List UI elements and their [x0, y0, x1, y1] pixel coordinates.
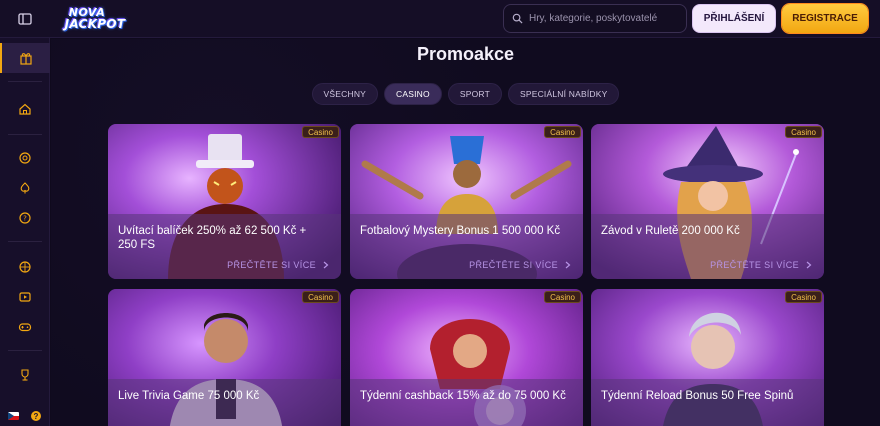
- sidebar-divider: [8, 134, 42, 135]
- read-more-link[interactable]: PŘEČTĚTE SI VÍCE: [227, 260, 329, 270]
- page-title: Promoakce: [416, 44, 515, 64]
- category-badge: Casino: [785, 126, 822, 138]
- sidebar-item-help[interactable]: ?: [0, 203, 50, 233]
- promo-title: Fotbalový Mystery Bonus 1 500 000 Kč: [360, 225, 561, 237]
- sidebar-item-promotions[interactable]: [0, 43, 50, 73]
- sidebar-item-live-casino[interactable]: [0, 173, 50, 203]
- sidebar-item-home[interactable]: [0, 94, 50, 124]
- category-badge: Casino: [302, 291, 339, 303]
- search-box[interactable]: [503, 4, 687, 33]
- gamepad-icon: [18, 323, 32, 332]
- category-badge: Casino: [785, 291, 822, 303]
- promo-card[interactable]: Casino Fotbalový Mystery Bonus 1 500 000…: [350, 124, 583, 279]
- promo-card[interactable]: Casino Live Trivia Game 75 000 Kč: [108, 289, 341, 426]
- casino-chip-icon: [19, 152, 31, 164]
- read-more-label: PŘEČTĚTE SI VÍCE: [469, 260, 558, 270]
- read-more-link[interactable]: PŘEČTĚTE SI VÍCE: [469, 260, 571, 270]
- tab-casino[interactable]: CASINO: [384, 83, 442, 105]
- sidebar-divider: [8, 350, 42, 351]
- cz-flag-icon[interactable]: [8, 412, 19, 420]
- roulette-icon: [19, 261, 31, 273]
- promo-title: Live Trivia Game 75 000 Kč: [118, 390, 260, 402]
- chevron-right-icon: [323, 261, 329, 269]
- search-icon: [512, 13, 523, 24]
- spade-icon: [20, 182, 30, 194]
- chevron-right-icon: [565, 261, 571, 269]
- main-content: Promoakce VŠECHNY CASINO SPORT SPECIÁLNÍ…: [51, 39, 880, 426]
- top-bar: NOVA JACKPOT PŘIHLÁŠENÍ REGISTRACE: [0, 0, 880, 38]
- logo-line-2: JACKPOT: [64, 16, 126, 31]
- read-more-label: PŘEČTĚTE SI VÍCE: [710, 260, 799, 270]
- question-icon: ?: [19, 212, 31, 224]
- promo-card[interactable]: Casino Uvítací balíček 250% až 62 500 Kč…: [108, 124, 341, 279]
- sidebar-item-games[interactable]: [0, 312, 50, 342]
- sidebar-item-video[interactable]: [0, 282, 50, 312]
- tab-sport[interactable]: SPORT: [447, 83, 502, 105]
- logo[interactable]: NOVA JACKPOT: [55, 3, 135, 33]
- search-input[interactable]: [529, 13, 679, 24]
- read-more-label: PŘEČTĚTE SI VÍCE: [227, 260, 316, 270]
- login-button[interactable]: PŘIHLÁŠENÍ: [692, 4, 776, 33]
- promo-title: Závod v Ruletě 200 000 Kč: [601, 225, 740, 237]
- chevron-right-icon: [806, 261, 812, 269]
- sidebar-item-tournaments[interactable]: [0, 360, 50, 390]
- sidebar-toggle-button[interactable]: [0, 0, 50, 38]
- promo-card[interactable]: Casino Týdenní Reload Bonus 50 Free Spin…: [591, 289, 824, 426]
- gift-icon: [20, 53, 32, 65]
- promo-title: Týdenní Reload Bonus 50 Free Spinů: [601, 390, 794, 402]
- promo-filter-tabs: VŠECHNY CASINO SPORT SPECIÁLNÍ NABÍDKY: [51, 83, 880, 105]
- home-icon: [19, 103, 31, 115]
- promo-card[interactable]: Casino Závod v Ruletě 200 000 Kč PŘEČTĚT…: [591, 124, 824, 279]
- help-button[interactable]: ?: [31, 411, 41, 421]
- promo-title: Uvítací balíček 250% až 62 500 Kč + 250 …: [118, 225, 307, 251]
- read-more-link[interactable]: PŘEČTĚTE SI VÍCE: [710, 260, 812, 270]
- trophy-icon: [21, 369, 29, 381]
- sidebar-divider: [8, 81, 42, 82]
- logo-line-1: NOVA: [68, 5, 106, 19]
- category-badge: Casino: [302, 126, 339, 138]
- promo-card[interactable]: Casino Týdenní cashback 15% až do 75 000…: [350, 289, 583, 426]
- promo-title: Týdenní cashback 15% až do 75 000 Kč: [360, 390, 566, 402]
- play-icon: [19, 292, 31, 302]
- tab-special-offers[interactable]: SPECIÁLNÍ NABÍDKY: [507, 83, 620, 105]
- sidebar-toggle-icon: [18, 12, 32, 25]
- tab-all[interactable]: VŠECHNY: [311, 83, 379, 105]
- category-badge: Casino: [544, 291, 581, 303]
- sidebar-item-roulette[interactable]: [0, 252, 50, 282]
- sidebar: ? ?: [0, 38, 50, 426]
- sidebar-item-casino[interactable]: [0, 143, 50, 173]
- sidebar-divider: [8, 241, 42, 242]
- svg-text:?: ?: [23, 215, 27, 223]
- category-badge: Casino: [544, 126, 581, 138]
- register-button[interactable]: REGISTRACE: [782, 4, 868, 33]
